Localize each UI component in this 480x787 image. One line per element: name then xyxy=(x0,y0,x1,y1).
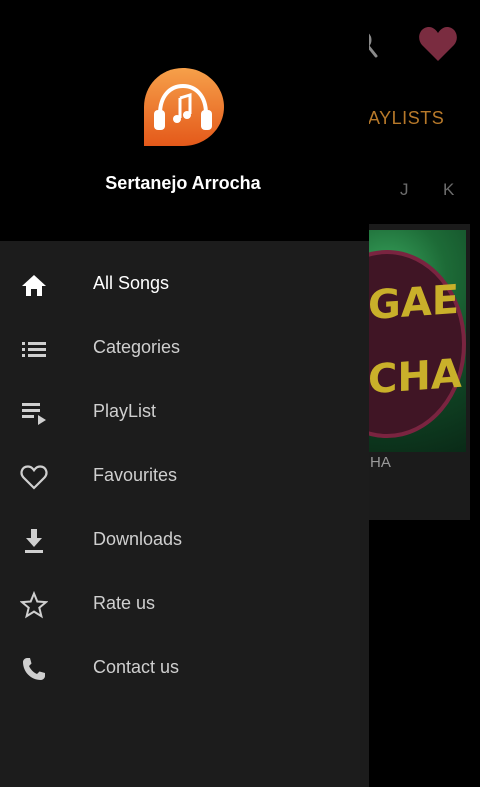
menu-label-playlist: PlayList xyxy=(93,401,157,421)
menu-item-rate-us[interactable]: Rate us xyxy=(0,573,369,637)
navigation-drawer: Sertanejo Arrocha All Songs Categories P… xyxy=(0,0,369,787)
app-name: Sertanejo Arrocha xyxy=(105,173,261,193)
index-letter-k[interactable]: K xyxy=(443,180,454,200)
star-outline-icon xyxy=(20,591,48,619)
menu-item-all-songs[interactable]: All Songs xyxy=(0,253,369,317)
menu-label-categories: Categories xyxy=(93,337,181,357)
heart-outline-icon xyxy=(20,465,48,490)
phone-icon xyxy=(23,658,45,680)
favourite-heart-icon[interactable] xyxy=(418,25,458,63)
home-icon xyxy=(22,275,46,296)
list-icon xyxy=(22,342,46,357)
menu-label-favourites: Favourites xyxy=(93,465,178,485)
playlist-icon xyxy=(22,403,46,425)
menu-label-all-songs: All Songs xyxy=(93,273,170,293)
tab-playlists[interactable]: AYLISTS xyxy=(368,108,444,129)
app-logo-icon xyxy=(144,68,224,146)
download-icon xyxy=(25,529,43,553)
menu-item-downloads[interactable]: Downloads xyxy=(0,509,369,573)
menu-label-downloads: Downloads xyxy=(93,529,183,549)
menu-item-playlist[interactable]: PlayList xyxy=(0,381,369,445)
menu-item-categories[interactable]: Categories xyxy=(0,317,369,381)
menu-label-contact-us: Contact us xyxy=(93,657,180,677)
album-art-text-line1: GAE xyxy=(368,276,460,330)
song-card-caption: HA xyxy=(370,454,391,471)
drawer-menu: All Songs Categories PlayList Favourites… xyxy=(0,253,369,701)
drawer-header: Sertanejo Arrocha xyxy=(0,0,369,241)
album-art-text-line2: CHA xyxy=(368,350,462,404)
menu-label-rate-us: Rate us xyxy=(93,593,156,613)
index-letter-j[interactable]: J xyxy=(400,180,409,200)
song-card[interactable]: GAE CHA HA xyxy=(368,224,470,520)
menu-item-contact-us[interactable]: Contact us xyxy=(0,637,369,701)
menu-item-favourites[interactable]: Favourites xyxy=(0,445,369,509)
album-art: GAE CHA xyxy=(368,230,466,452)
